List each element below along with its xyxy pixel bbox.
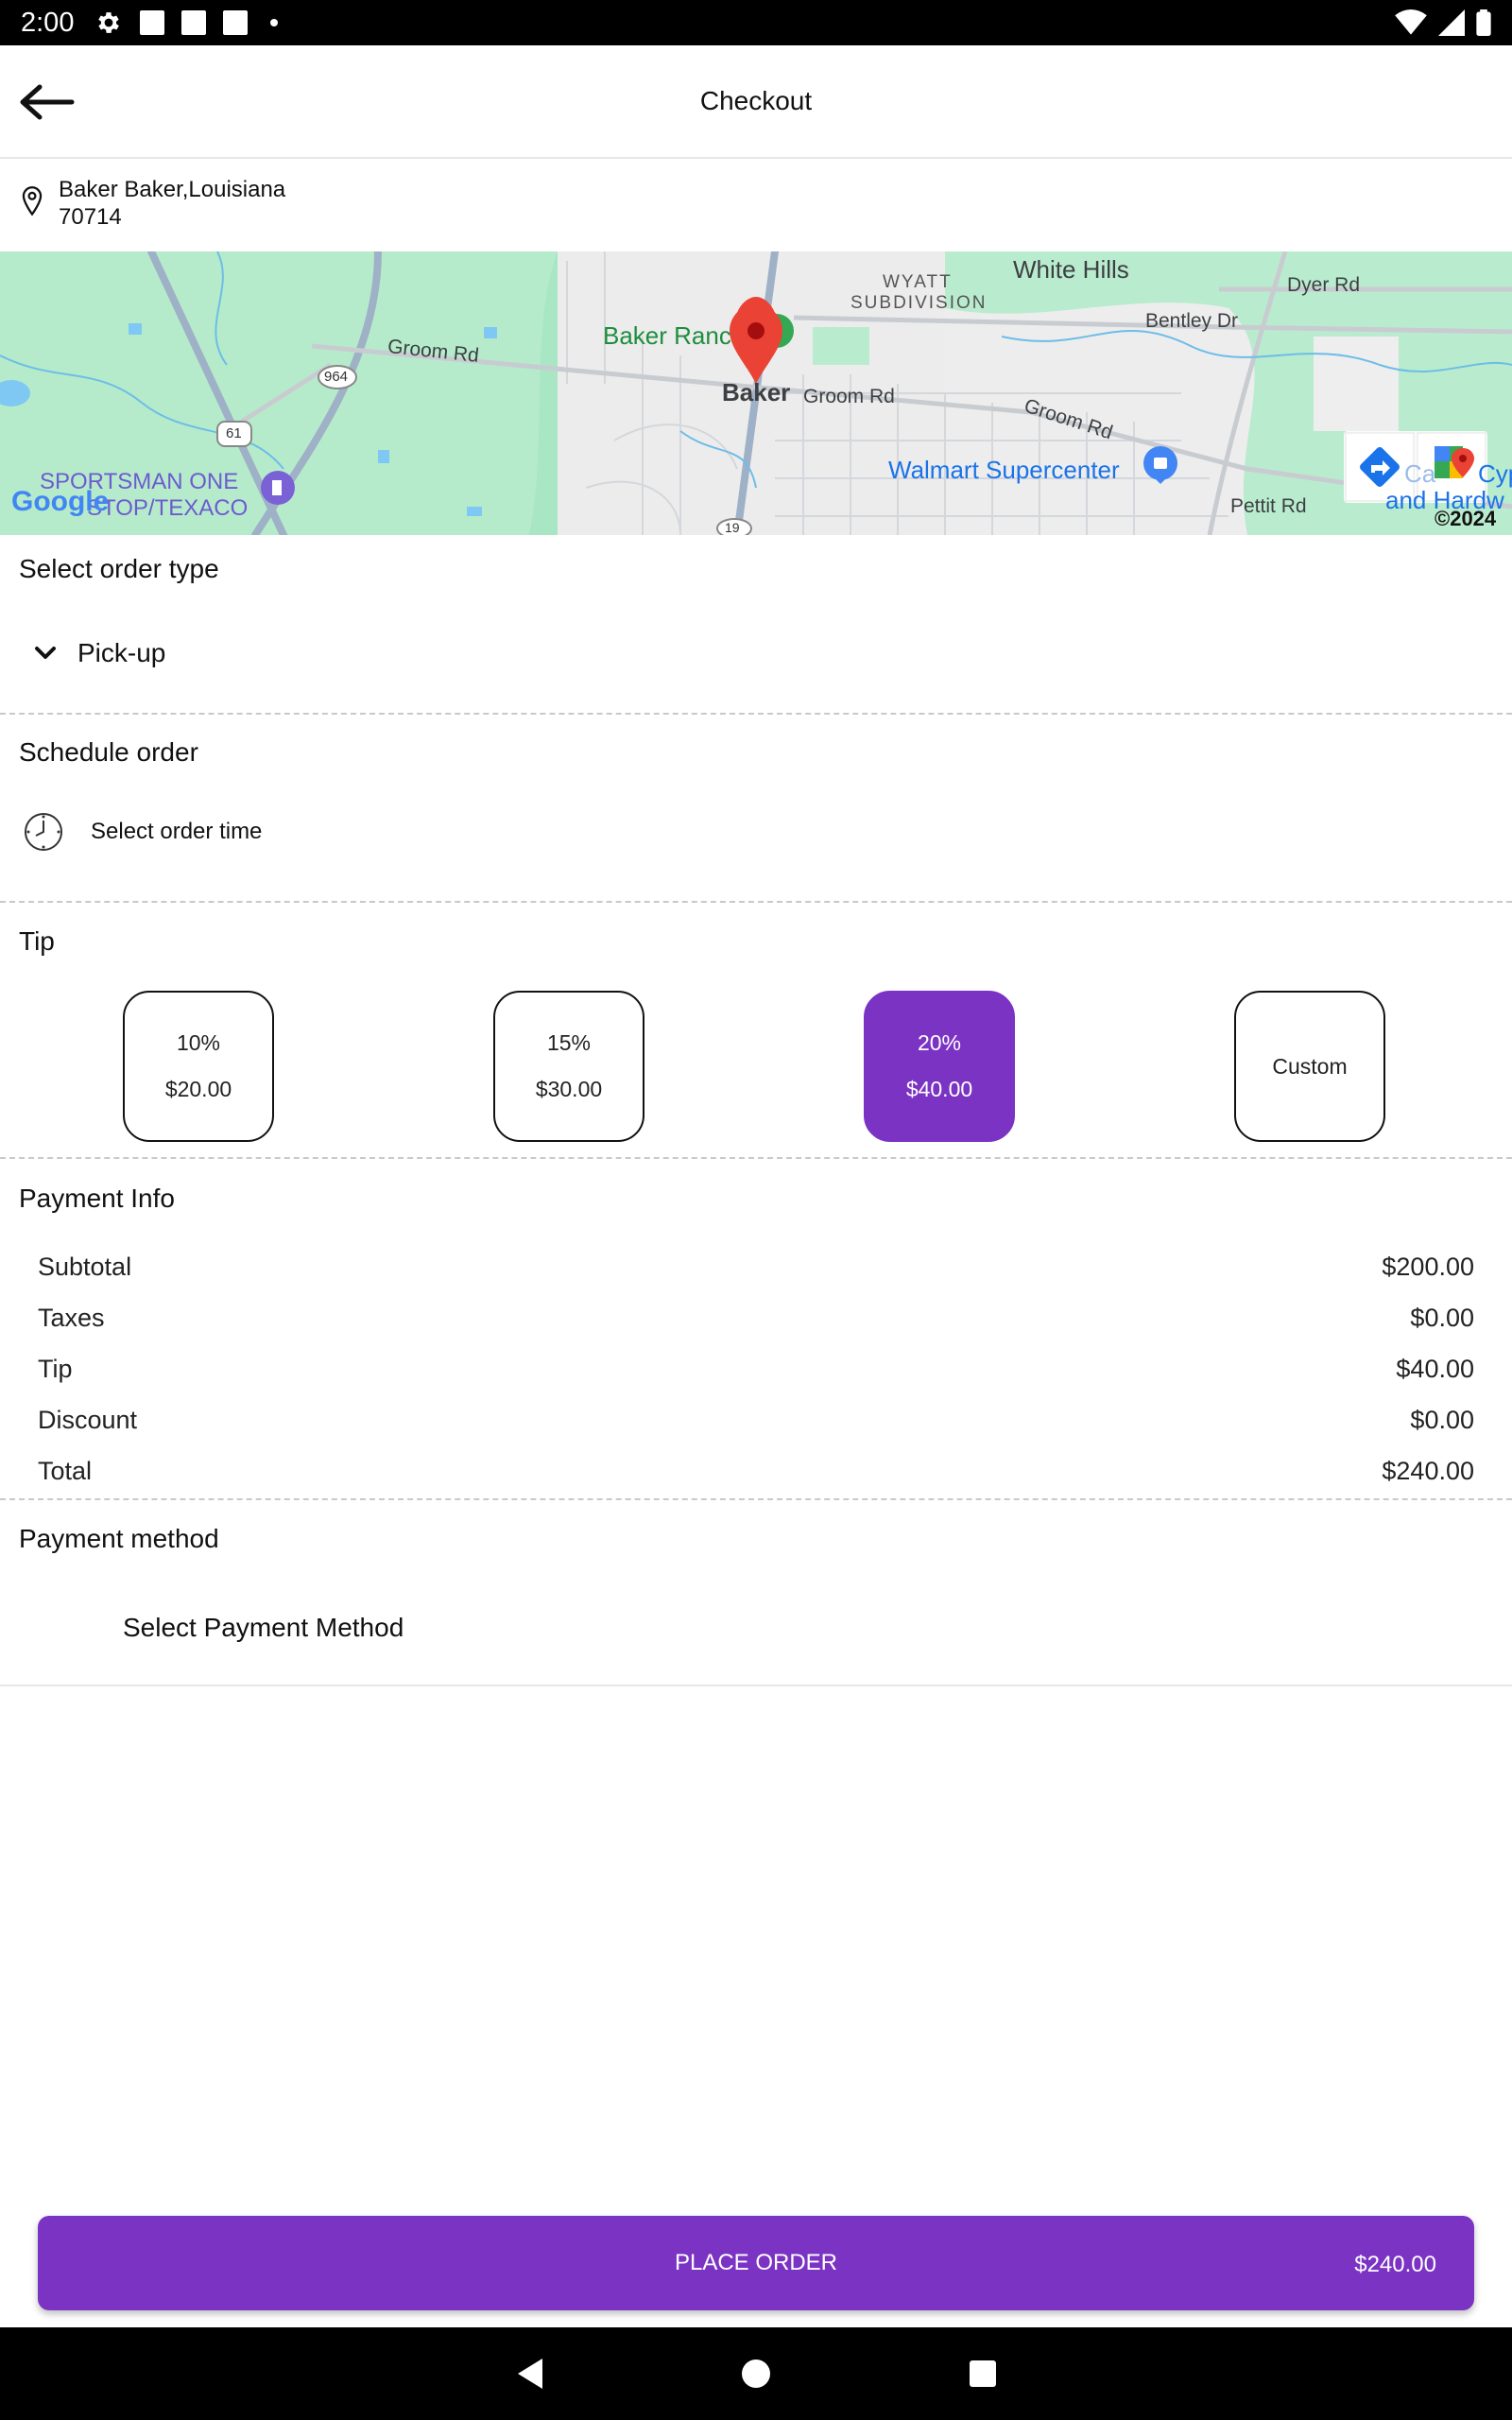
- map-label-texaco: STOP/TEXACO: [87, 495, 249, 521]
- divider: [0, 713, 1512, 715]
- cellular-signal-icon: [1438, 9, 1465, 36]
- tip-option-10[interactable]: 10% $20.00: [123, 991, 274, 1142]
- map-label-pettit-rd: Pettit Rd: [1230, 495, 1307, 517]
- payment-row-label: Taxes: [38, 1304, 105, 1332]
- google-logo: Google: [11, 486, 110, 517]
- nav-home-icon[interactable]: [737, 2355, 775, 2393]
- payment-row-total: Total $240.00: [38, 1457, 1474, 1486]
- nav-recents-icon[interactable]: [964, 2355, 1002, 2393]
- status-notification-icons: [94, 9, 279, 37]
- page-title: Checkout: [699, 86, 813, 115]
- divider: [0, 1498, 1512, 1500]
- arrow-left-icon: [20, 84, 75, 120]
- map-label-dyer-rd: Dyer Rd: [1287, 274, 1361, 296]
- order-type-value: Pick-up: [77, 638, 166, 667]
- system-nav-bar: [0, 2327, 1512, 2420]
- status-bar: 2:00: [0, 0, 1512, 45]
- app-bar: Checkout: [0, 45, 1512, 159]
- payment-row-tip: Tip $40.00: [38, 1355, 1474, 1384]
- store-map[interactable]: White Hills WYATT SUBDIVISION Dyer Rd Be…: [0, 251, 1512, 535]
- payment-row-value: $0.00: [1410, 1304, 1474, 1332]
- route-61-label: 61: [226, 425, 242, 441]
- payment-row-label: Discount: [38, 1406, 138, 1434]
- payment-row-label: Subtotal: [38, 1253, 132, 1281]
- address-text: Baker Baker,Louisiana 70714: [59, 176, 285, 231]
- open-in-google-maps-button[interactable]: [1418, 433, 1486, 501]
- divider: [0, 1685, 1512, 1686]
- status-system-icons: [1395, 9, 1491, 36]
- chevron-down-icon: [35, 647, 56, 659]
- back-button[interactable]: [17, 74, 77, 130]
- tip-amount: $40.00: [905, 1077, 973, 1101]
- store-address: Baker Baker,Louisiana 70714: [19, 176, 285, 231]
- tip-option-15[interactable]: 15% $30.00: [493, 991, 644, 1142]
- map-label-subdivision: SUBDIVISION: [850, 293, 988, 313]
- map-label-baker: Baker: [722, 378, 791, 406]
- clock-icon: [25, 813, 62, 851]
- payment-row-value: $40.00: [1396, 1355, 1474, 1383]
- address-line2: 70714: [59, 204, 122, 230]
- schedule-order-title: Schedule order: [19, 737, 198, 767]
- order-time-placeholder: Select order time: [91, 819, 263, 844]
- map-label-groom-rd: Groom Rd: [803, 386, 895, 407]
- tip-percent: 20%: [917, 1030, 962, 1055]
- settings-icon: [98, 12, 120, 33]
- place-order-label: PLACE ORDER: [674, 2250, 838, 2275]
- battery-icon: [1476, 9, 1491, 36]
- payment-row-value: $200.00: [1382, 1253, 1474, 1281]
- wifi-icon: [1395, 9, 1427, 35]
- divider: [0, 901, 1512, 903]
- notification-square-icon: [181, 10, 207, 35]
- payment-method-title: Payment method: [19, 1524, 219, 1553]
- tip-option-custom[interactable]: Custom: [1234, 991, 1385, 1142]
- more-notifications-dot-icon: [270, 19, 279, 26]
- route-964-label: 964: [324, 369, 349, 385]
- divider: [0, 1157, 1512, 1159]
- tip-amount: $30.00: [535, 1077, 603, 1101]
- payment-info-title: Payment Info: [19, 1184, 175, 1213]
- directions-button[interactable]: [1346, 433, 1414, 501]
- nav-back-icon[interactable]: [510, 2355, 548, 2393]
- payment-row-taxes: Taxes $0.00: [38, 1304, 1474, 1333]
- payment-row-value: $0.00: [1410, 1406, 1474, 1434]
- payment-row-discount: Discount $0.00: [38, 1406, 1474, 1435]
- status-time: 2:00: [21, 7, 75, 38]
- place-order-total: $240.00: [1354, 2252, 1436, 2277]
- tip-custom-label: Custom: [1272, 1053, 1348, 1079]
- map-label-baker-ranch: Baker Ranc: [603, 321, 731, 350]
- map-label-white-hills: White Hills: [1013, 255, 1129, 284]
- notification-square-icon: [140, 10, 165, 35]
- map-label-walmart: Walmart Supercenter: [888, 456, 1120, 484]
- map-label-wyatt: WYATT: [883, 272, 953, 292]
- payment-row-label: Tip: [38, 1355, 73, 1383]
- route-19-label: 19: [725, 520, 740, 535]
- payment-row-label: Total: [38, 1457, 93, 1485]
- order-type-dropdown[interactable]: Pick-up: [34, 638, 165, 668]
- payment-row-subtotal: Subtotal $200.00: [38, 1253, 1474, 1282]
- payment-row-value: $240.00: [1382, 1457, 1474, 1485]
- place-order-button[interactable]: PLACE ORDER $240.00: [38, 2216, 1474, 2310]
- select-payment-method-button[interactable]: Select Payment Method: [123, 1613, 404, 1643]
- map-label-bentley-dr: Bentley Dr: [1145, 310, 1239, 332]
- tip-percent: 15%: [546, 1030, 592, 1055]
- tip-option-20[interactable]: 20% $40.00: [864, 991, 1015, 1142]
- notification-square-icon: [223, 10, 249, 35]
- location-pin-icon: [22, 186, 43, 216]
- address-line1: Baker Baker,Louisiana: [59, 177, 286, 202]
- tip-percent: 10%: [176, 1030, 221, 1055]
- tip-amount: $20.00: [164, 1077, 232, 1101]
- order-type-title: Select order type: [19, 554, 219, 583]
- tip-title: Tip: [19, 926, 55, 956]
- map-copyright: ©2024: [1435, 507, 1497, 530]
- order-time-picker[interactable]: Select order time: [23, 811, 262, 853]
